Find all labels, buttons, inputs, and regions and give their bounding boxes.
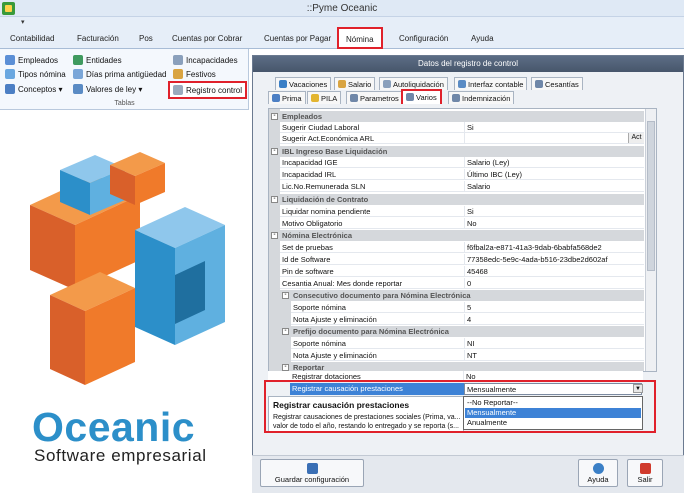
logo-area: Oceanic Software empresarial [0, 110, 252, 493]
chevron-down-icon: ▾ [58, 85, 63, 94]
vacation-icon [279, 80, 287, 88]
calendar-icon [73, 69, 83, 79]
property-grid[interactable]: - Empleados Sugerir Ciudad Laboral Si Suge… [268, 108, 657, 372]
conceptos-button[interactable]: Conceptos ▾ [5, 84, 63, 94]
tab-vacaciones[interactable]: Vacaciones [275, 77, 332, 90]
oceanic-logo-cubes [30, 152, 225, 385]
exit-icon [639, 463, 651, 474]
tab-parametros[interactable]: Parametros [346, 91, 403, 104]
building-icon [73, 55, 83, 65]
scale-icon [73, 84, 83, 94]
save-button[interactable]: Guardar configuración [260, 459, 364, 487]
brand-tagline: Software empresarial [34, 446, 207, 465]
incapacidades-button[interactable]: Incapacidades [173, 55, 238, 65]
tab-configuracion[interactable]: Configuración [399, 34, 448, 43]
quick-access-dropdown-icon[interactable]: ▾ [21, 18, 25, 26]
tab-interfaz-contable[interactable]: Interfaz contable [454, 77, 528, 90]
money-icon [338, 80, 346, 88]
grid-row[interactable]: Liquidar nomina pendiente Si [269, 206, 644, 217]
grid-row[interactable]: Incapacidad IGE Salario (Ley) [269, 157, 644, 168]
collapse-icon[interactable]: - [282, 292, 289, 299]
ribbon-group-tablas: Empleados Tipos nómina Conceptos ▾ Entid… [0, 49, 249, 110]
grid-row[interactable]: Nota Ajuste y eliminación 4 [269, 314, 644, 325]
grid-icon [350, 94, 358, 102]
subcategory-prefijo[interactable]: - Prefijo documento para Nómina Electróni… [269, 326, 644, 337]
tab-contabilidad[interactable]: Contabilidad [10, 34, 54, 43]
help-icon [592, 463, 604, 474]
grid-scrollbar[interactable] [645, 109, 656, 371]
collapse-icon[interactable]: - [271, 113, 278, 120]
tab-salario[interactable]: Salario [334, 77, 376, 90]
entidades-button[interactable]: Entidades [73, 55, 122, 65]
grid-icon [535, 80, 543, 88]
grid-icon [272, 94, 280, 102]
grid-row[interactable]: Soporte nómina 5 [269, 302, 644, 313]
collapse-icon[interactable]: - [271, 148, 278, 155]
dialog-title: Datos del registro de control [253, 56, 683, 72]
collapse-icon[interactable]: - [282, 364, 289, 371]
valores-ley-button[interactable]: Valores de ley ▾ [73, 84, 142, 94]
calculator-icon [383, 80, 391, 88]
category-ibl[interactable]: - IBL Ingreso Base Liquidación [269, 146, 644, 157]
grid-row[interactable]: Motivo Obligatorio No [269, 218, 644, 229]
tab-cesantias[interactable]: Cesantías [531, 77, 583, 90]
act-button[interactable]: Act [628, 133, 644, 143]
highlight-outline [264, 380, 656, 433]
tab-pila[interactable]: PILA [307, 91, 342, 104]
brand-name: Oceanic [32, 404, 196, 450]
scrollbar-thumb[interactable] [647, 121, 655, 271]
dias-prima-button[interactable]: Días prima antigüedad [73, 69, 167, 79]
tab-cuentas-por-pagar[interactable]: Cuentas por Pagar [264, 34, 331, 43]
settings-doc-icon [173, 85, 183, 95]
festivos-button[interactable]: Festivos [173, 69, 216, 79]
floppy-disk-icon [306, 463, 318, 474]
grid-icon [452, 94, 460, 102]
tab-facturacion[interactable]: Facturación [77, 34, 119, 43]
tab-nomina[interactable]: Nómina [337, 27, 383, 49]
users-icon [5, 55, 15, 65]
document-icon [173, 55, 183, 65]
tipos-nomina-button[interactable]: Tipos nómina [5, 69, 66, 79]
category-liquidacion[interactable]: - Liquidación de Contrato [269, 194, 644, 205]
registro-control-button[interactable]: Registro control [168, 81, 248, 99]
grid-row[interactable]: Soporte nómina NI [269, 338, 644, 349]
window-title: ::Pyme Oceanic [306, 3, 378, 14]
collapse-icon[interactable]: - [271, 232, 278, 239]
grid-icon [5, 84, 15, 94]
tab-indemnizacion[interactable]: Indemnización [448, 91, 515, 104]
tab-ayuda[interactable]: Ayuda [471, 34, 494, 43]
grid-row[interactable]: Sugerir Act.Económica ARL Act [269, 133, 644, 144]
calendar-star-icon [173, 69, 183, 79]
collapse-icon[interactable]: - [271, 196, 278, 203]
grid-row[interactable]: Sugerir Ciudad Laboral Si [269, 122, 644, 133]
grid-row[interactable]: Cesantia Anual: Mes donde reportar 0 [269, 278, 644, 289]
group-label-tablas: Tablas [114, 100, 135, 107]
chevron-down-icon: ▾ [138, 85, 143, 94]
grid-row[interactable]: Nota Ajuste y eliminación NT [269, 350, 644, 361]
help-button[interactable]: Ayuda [578, 459, 618, 487]
subcategory-consecutivo[interactable]: - Consecutivo documento para Nómina Elect… [269, 290, 644, 301]
collapse-icon[interactable]: - [282, 328, 289, 335]
tab-varios[interactable]: Varios [401, 89, 442, 104]
title-bar: ::Pyme Oceanic [0, 0, 684, 17]
tab-cuentas-por-cobrar[interactable]: Cuentas por Cobrar [172, 34, 242, 43]
exit-button[interactable]: Salir [627, 459, 663, 487]
empleados-button[interactable]: Empleados [5, 55, 58, 65]
pila-icon [311, 94, 319, 102]
ribbon-tabs: Contabilidad Facturación Pos Cuentas por… [0, 27, 684, 49]
tab-prima[interactable]: Prima [268, 91, 306, 104]
category-empleados[interactable]: - Empleados [269, 111, 644, 122]
grid-row[interactable]: Incapacidad IRL Último IBC (Ley) [269, 169, 644, 180]
ledger-icon [458, 80, 466, 88]
grid-row[interactable]: Lic.No.Remunerada SLN Salario [269, 181, 644, 192]
grid-row[interactable]: Pin de software 45468 [269, 266, 644, 277]
grid-icon [406, 93, 414, 101]
tab-pos[interactable]: Pos [139, 34, 153, 43]
list-icon [5, 69, 15, 79]
category-nomina-electronica[interactable]: - Nómina Electrónica [269, 230, 644, 241]
grid-row[interactable]: Id de Software 77358edc-5e9c-4ada-b516-23… [269, 254, 644, 265]
grid-row[interactable]: Set de pruebas f6fbal2a-e871-41a3-9dab-6b… [269, 242, 644, 253]
